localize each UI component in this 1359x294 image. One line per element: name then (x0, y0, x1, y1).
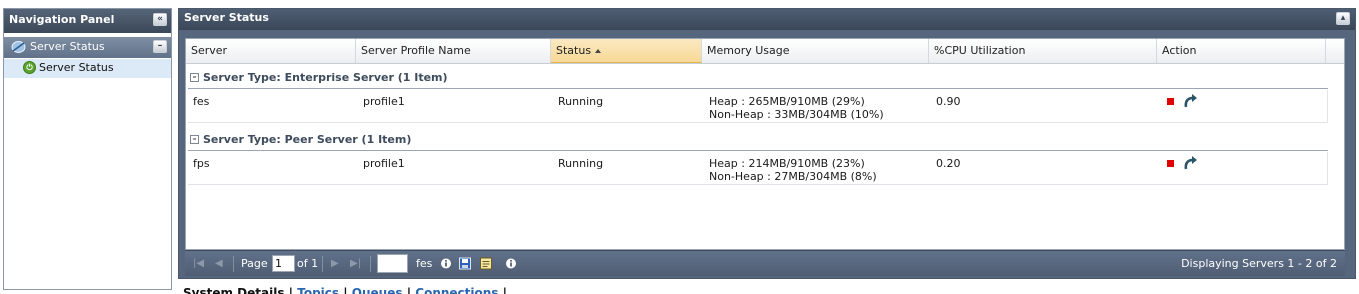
page-label: Page (241, 257, 268, 270)
cell-profile: profile1 (363, 95, 405, 108)
collapse-group-icon[interactable]: – (190, 73, 199, 82)
column-header-status[interactable]: Status (551, 39, 702, 63)
toolbar-separator (233, 256, 234, 272)
collapse-panel-icon[interactable]: ▴ (1336, 12, 1350, 25)
cell-heap: Heap : 265MB/910MB (29%) (709, 95, 865, 108)
network-icon (11, 41, 26, 53)
sort-ascending-icon (595, 49, 602, 53)
collapse-panel-icon[interactable]: « (153, 13, 167, 26)
group-label: Server Type: Peer Server (1 Item) (203, 133, 412, 146)
cell-server: fes (193, 95, 210, 108)
panel-title: Server Status (184, 11, 269, 24)
column-header-action[interactable]: Action (1157, 39, 1326, 63)
queues-link[interactable]: Queues (352, 286, 403, 294)
cell-status: Running (558, 95, 604, 108)
column-header-status-label: Status (556, 44, 592, 57)
toolbar-separator (370, 256, 371, 272)
navigation-panel-header: Navigation Panel « (4, 9, 171, 33)
restart-server-icon[interactable] (1182, 156, 1198, 170)
cell-nonheap: Non-Heap : 27MB/304MB (8%) (709, 170, 877, 183)
minimize-icon[interactable]: – (153, 40, 167, 53)
navigation-panel-title: Navigation Panel (9, 13, 115, 26)
refresh-interval-field[interactable] (377, 254, 408, 273)
link-separator: | (502, 286, 508, 294)
table-row[interactable]: fps profile1 Running Heap : 214MB/910MB … (188, 152, 1328, 185)
group-label: Server Type: Enterprise Server (1 Item) (203, 71, 448, 84)
export-report-icon[interactable] (480, 257, 492, 270)
server-status-panel-header: Server Status ▴ (179, 9, 1355, 30)
column-header-server-profile-name[interactable]: Server Profile Name (356, 39, 551, 63)
cell-heap: Heap : 214MB/910MB (23%) (709, 157, 865, 170)
navigation-panel: Navigation Panel « Server Status – ⏻ Ser… (3, 8, 172, 290)
page-number-input[interactable] (272, 255, 295, 272)
collapse-group-icon[interactable]: – (190, 135, 199, 144)
group-header-peer-server[interactable]: – Server Type: Peer Server (1 Item) (188, 130, 1328, 151)
stop-server-icon[interactable] (1167, 98, 1174, 105)
link-separator: | (343, 286, 348, 294)
power-status-icon: ⏻ (23, 61, 36, 74)
link-separator: | (288, 286, 294, 294)
save-icon[interactable] (459, 257, 471, 270)
cell-cpu: 0.90 (936, 95, 961, 108)
page-count-label: of 1 (297, 257, 319, 270)
info-icon[interactable] (440, 257, 452, 270)
cell-status: Running (558, 157, 604, 170)
display-count-text: Displaying Servers 1 - 2 of 2 (1181, 257, 1337, 270)
previous-page-icon[interactable]: ◀ (215, 257, 223, 271)
paging-toolbar: |◀ ◀ Page of 1 ▶ ▶| fes (185, 250, 1345, 276)
cell-server: fps (193, 157, 210, 170)
table-row[interactable]: fes profile1 Running Heap : 265MB/910MB … (188, 90, 1328, 123)
toolbar-separator (322, 256, 323, 272)
topics-link[interactable]: Topics (297, 286, 339, 294)
cell-cpu: 0.20 (936, 157, 961, 170)
group-header-enterprise-server[interactable]: – Server Type: Enterprise Server (1 Item… (188, 68, 1328, 89)
last-page-icon[interactable]: ▶| (350, 257, 361, 271)
connections-link[interactable]: Connections (415, 286, 498, 294)
cell-nonheap: Non-Heap : 33MB/304MB (10%) (709, 108, 884, 121)
link-separator: | (406, 286, 412, 294)
detail-links-strip: System Details | Topics | Queues | Conne… (183, 286, 507, 294)
next-page-icon[interactable]: ▶ (331, 257, 339, 271)
nav-group-server-status[interactable]: Server Status – (4, 37, 171, 58)
nav-group-label: Server Status (30, 40, 105, 53)
server-status-panel: Server Status ▴ Server Server Profile Na… (178, 8, 1356, 279)
nav-item-label: Server Status (39, 61, 114, 74)
column-header-server[interactable]: Server (186, 39, 356, 63)
cell-profile: profile1 (363, 157, 405, 170)
restart-server-icon[interactable] (1182, 94, 1198, 108)
column-header-memory-usage[interactable]: Memory Usage (702, 39, 929, 63)
selected-server-label: fes (416, 257, 433, 270)
grid-header: Server Server Profile Name Status Memory… (186, 39, 1344, 64)
help-info-icon[interactable] (505, 257, 517, 270)
first-page-icon[interactable]: |◀ (193, 257, 204, 271)
system-details-link[interactable]: System Details (183, 286, 284, 294)
nav-item-server-status[interactable]: ⏻ Server Status (4, 59, 171, 78)
stop-server-icon[interactable] (1167, 160, 1174, 167)
column-header-cpu-utilization[interactable]: %CPU Utilization (929, 39, 1157, 63)
server-status-grid: Server Server Profile Name Status Memory… (185, 38, 1345, 250)
